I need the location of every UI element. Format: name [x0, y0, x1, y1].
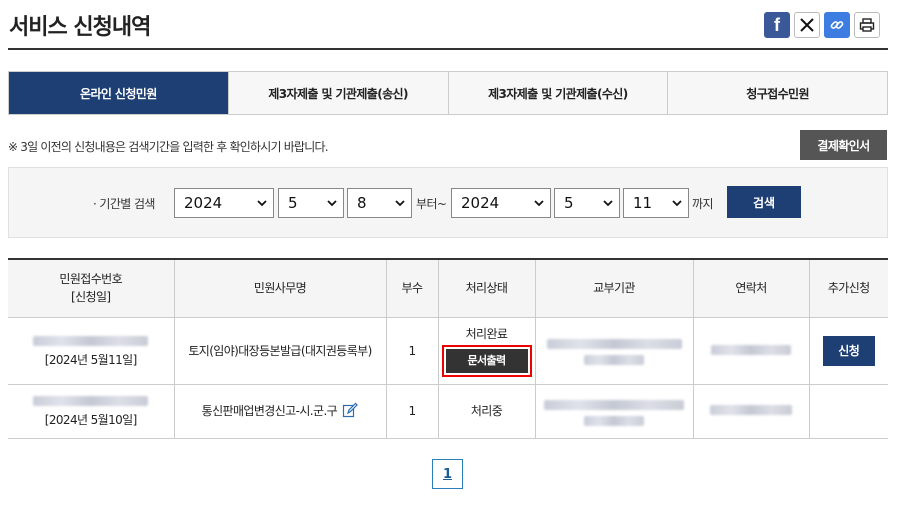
- copies-cell: 1: [385, 383, 439, 439]
- payment-confirmation-button[interactable]: 결제확인서: [800, 130, 887, 160]
- to-month-value: 5: [564, 194, 574, 212]
- service-name-text: 통신판매업변경신고-시.군.구: [201, 404, 338, 418]
- share-bar: f: [764, 12, 880, 38]
- header-contact: 연락처: [692, 258, 810, 318]
- contact-cell: [692, 383, 810, 439]
- pagination-page-1[interactable]: 1: [432, 459, 463, 489]
- to-day-select[interactable]: 11: [623, 188, 689, 218]
- header-receipt-line2: [신청일]: [71, 290, 111, 305]
- header-agency: 교부기관: [534, 258, 694, 318]
- copies-cell: 1: [385, 316, 439, 385]
- redacted-agency: [544, 399, 684, 426]
- from-suffix: 부터~: [416, 197, 447, 211]
- receipt-cell: [2024년 5월10일]: [8, 383, 175, 439]
- service-name-cell: 통신판매업변경신고-시.군.구: [173, 383, 387, 439]
- chevron-down-icon: [395, 200, 405, 207]
- chevron-down-icon: [603, 200, 613, 207]
- table-row: [2024년 5월10일] 통신판매업변경신고-시.군.구 1 처리중: [8, 383, 888, 439]
- from-year-value: 2024: [184, 194, 223, 212]
- service-name-cell: 토지(임야)대장등본발급(대지권등록부): [173, 316, 387, 385]
- print-icon[interactable]: [854, 12, 880, 38]
- x-twitter-icon[interactable]: [794, 12, 820, 38]
- tab-third-party-received[interactable]: 제3자제출 및 기관제출(수신): [447, 72, 668, 114]
- redacted-contact: [710, 405, 792, 415]
- from-month-value: 5: [288, 194, 298, 212]
- search-label: · 기간별 검색: [93, 197, 155, 211]
- highlight-box: 문서출력: [441, 344, 532, 377]
- chevron-down-icon: [327, 200, 337, 207]
- to-day-value: 11: [633, 194, 653, 212]
- from-month-select[interactable]: 5: [278, 188, 344, 218]
- title-divider: [8, 48, 888, 50]
- print-document-button[interactable]: 문서출력: [445, 348, 528, 373]
- to-month-select[interactable]: 5: [554, 188, 620, 218]
- redacted-agency: [546, 339, 682, 365]
- from-day-select[interactable]: 8: [347, 188, 412, 218]
- header-copies: 부수: [385, 258, 439, 318]
- application-date: [2024년 5월11일]: [44, 352, 138, 367]
- header-receipt-line1: 민원접수번호: [59, 272, 123, 287]
- header-service-name: 민원사무명: [173, 258, 387, 318]
- page-title: 서비스 신청내역: [9, 15, 151, 40]
- facebook-icon[interactable]: f: [764, 12, 790, 38]
- extra-application-cell: 신청: [808, 316, 888, 385]
- search-panel: · 기간별 검색 2024 5 8 부터~ 2024 5 11 까지 검색: [8, 167, 888, 238]
- tab-third-party-sent[interactable]: 제3자제출 및 기관제출(송신): [227, 72, 448, 114]
- tab-online-application[interactable]: 온라인 신청민원: [9, 72, 228, 114]
- status-text: 처리완료: [465, 326, 508, 341]
- redacted-receipt-number: [33, 396, 149, 406]
- table-row: [2024년 5월11일] 토지(임야)대장등본발급(대지권등록부) 1 처리완…: [8, 316, 888, 385]
- edit-icon[interactable]: [342, 402, 359, 418]
- contact-cell: [692, 316, 810, 385]
- header-status: 처리상태: [437, 258, 536, 318]
- table-header-row: 민원접수번호 [신청일] 민원사무명 부수 처리상태 교부기관 연락처 추가신청: [8, 258, 888, 318]
- tab-bar: 온라인 신청민원 제3자제출 및 기관제출(송신) 제3자제출 및 기관제출(수…: [8, 71, 888, 115]
- search-button[interactable]: 검색: [727, 186, 801, 218]
- status-cell: 처리완료 문서출력: [437, 316, 536, 385]
- redacted-contact: [711, 344, 791, 355]
- results-table: 민원접수번호 [신청일] 민원사무명 부수 처리상태 교부기관 연락처 추가신청…: [8, 258, 888, 439]
- extra-application-cell: [808, 383, 888, 439]
- link-icon[interactable]: [824, 12, 850, 38]
- apply-button[interactable]: 신청: [822, 335, 875, 366]
- from-year-select[interactable]: 2024: [174, 188, 274, 218]
- chevron-down-icon: [534, 200, 544, 207]
- facebook-glyph: f: [774, 14, 780, 35]
- receipt-cell: [2024년 5월11일]: [8, 316, 175, 385]
- notice-text: ※ 3일 이전의 신청내용은 검색기간을 입력한 후 확인하시기 바랍니다.: [8, 140, 329, 154]
- from-day-value: 8: [357, 194, 367, 212]
- to-year-select[interactable]: 2024: [451, 188, 551, 218]
- to-suffix: 까지: [692, 197, 713, 211]
- chevron-down-icon: [672, 200, 682, 207]
- chevron-down-icon: [257, 200, 267, 207]
- agency-cell: [534, 383, 694, 439]
- to-year-value: 2024: [461, 194, 500, 212]
- redacted-receipt-number: [33, 335, 149, 346]
- tab-claim-receipt[interactable]: 청구접수민원: [667, 72, 887, 114]
- header-receipt-number: 민원접수번호 [신청일]: [8, 258, 175, 318]
- header-extra-application: 추가신청: [808, 258, 888, 318]
- status-cell: 처리중: [437, 383, 536, 439]
- application-date: [2024년 5월10일]: [44, 413, 138, 427]
- agency-cell: [534, 316, 694, 385]
